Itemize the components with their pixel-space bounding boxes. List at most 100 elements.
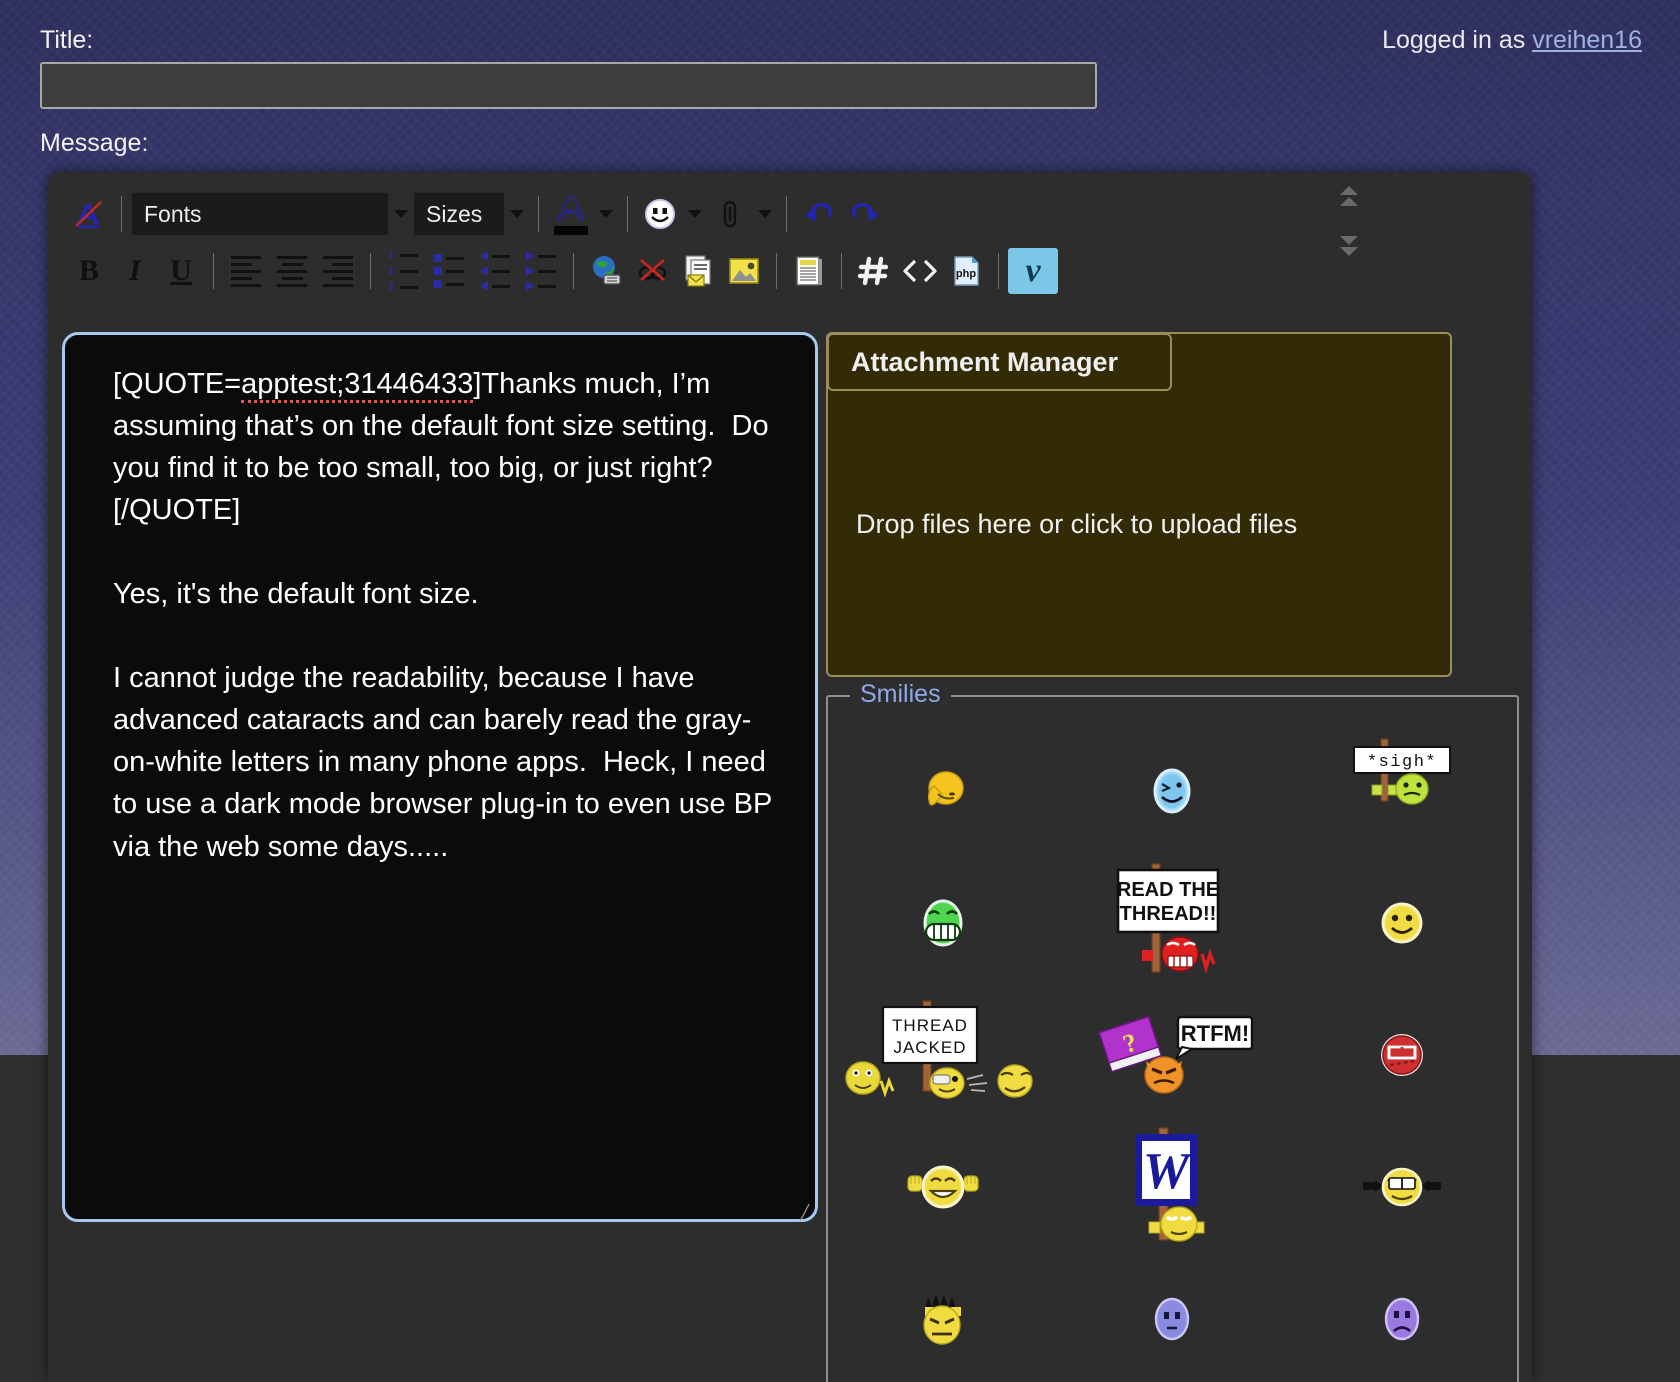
smilies-panel: Smilies *sigh* READ THE THREAD!! THREAD … (826, 680, 1519, 1382)
align-right-button[interactable] (315, 248, 361, 294)
paperclip-chevron-down-icon[interactable] (753, 192, 777, 236)
spellcheck-underline: apptest;31446433 (241, 368, 474, 403)
attachment-manager-header: Attachment Manager (827, 333, 1172, 391)
title-input[interactable] (40, 62, 1097, 109)
remove-link-button[interactable] (629, 248, 675, 294)
message-label: Message: (40, 129, 149, 157)
smilie-read-the-thread[interactable]: READ THE THREAD!! (1058, 857, 1288, 989)
message-textarea[interactable]: [QUOTE=apptest;31446433]Thanks much, I’m… (62, 332, 818, 1222)
outdent-icon (480, 251, 510, 291)
toolbar-separator (213, 253, 214, 289)
chevron-up-icon[interactable] (1340, 186, 1358, 206)
smilie-red-angry[interactable] (1287, 989, 1517, 1121)
svg-text:RTFM!: RTFM! (1181, 1021, 1249, 1046)
insert-image-button[interactable] (721, 248, 767, 294)
smilie-clapping[interactable] (828, 1121, 1058, 1253)
toolbar-separator (841, 253, 842, 289)
svg-text:READ THE: READ THE (1117, 879, 1219, 901)
chevron-down-icon[interactable] (1340, 236, 1358, 256)
outdent-button[interactable] (472, 248, 518, 294)
smilie-cool-blue[interactable] (1058, 725, 1288, 857)
insert-hash-button[interactable] (851, 248, 897, 294)
title-label: Title: (40, 26, 94, 54)
align-center-icon (277, 255, 307, 287)
toolbar-row-2: B I U 1 2 3 php v (66, 246, 1058, 296)
italic-label: I (129, 254, 141, 287)
toolbar-separator (121, 196, 122, 232)
smilie-rtfm[interactable]: ? RTFM! (1058, 989, 1288, 1121)
attachment-drop-zone[interactable]: Drop files here or click to upload files (828, 509, 1450, 540)
toolbar-separator (573, 253, 574, 289)
smilie-mad-hair[interactable] (828, 1253, 1058, 1382)
align-left-icon (231, 255, 261, 287)
insert-php-button[interactable]: php (943, 248, 989, 294)
indent-icon (526, 251, 556, 291)
smilie-blue-neutral[interactable] (1058, 1253, 1288, 1382)
align-left-button[interactable] (223, 248, 269, 294)
ordered-list-icon: 1 2 3 (388, 250, 418, 293)
username-link[interactable]: vreihen16 (1532, 26, 1642, 54)
paperclip-icon[interactable] (707, 191, 753, 237)
msg-line-1: [QUOTE=apptest;31446433]Thanks much, I’m… (113, 368, 772, 863)
italic-button[interactable]: I (112, 248, 158, 294)
toolbar-collapse-toggle[interactable] (1334, 186, 1364, 256)
toolbar-separator (786, 196, 787, 232)
insert-email-button[interactable] (675, 248, 721, 294)
smilie-cheering[interactable] (1287, 1121, 1517, 1253)
underline-label: U (170, 254, 192, 287)
insert-quote-button[interactable] (786, 248, 832, 294)
svg-text:W: W (1143, 1143, 1193, 1200)
insert-link-button[interactable] (583, 248, 629, 294)
font-size-chevron-down-icon[interactable] (505, 192, 529, 236)
font-family-value: Fonts (144, 200, 202, 227)
font-color-chevron-down-icon[interactable] (594, 192, 618, 236)
redo-icon[interactable] (842, 191, 888, 237)
indent-button[interactable] (518, 248, 564, 294)
login-status: Logged in as vreihen16 (1382, 26, 1642, 55)
attachment-manager[interactable]: Attachment Manager Drop files here or cl… (826, 332, 1452, 677)
font-size-select[interactable]: Sizes (413, 192, 505, 236)
align-right-icon (323, 255, 353, 287)
svg-text:php: php (956, 268, 976, 280)
svg-text:THREAD: THREAD (892, 1016, 968, 1035)
smilie-thread-jacked[interactable]: THREAD JACKED (828, 989, 1058, 1121)
svg-text:*sigh*: *sigh* (1367, 753, 1437, 772)
bold-button[interactable]: B (66, 248, 112, 294)
remove-formatting-icon[interactable] (66, 191, 112, 237)
smilie-green-grin[interactable] (828, 857, 1058, 989)
smilie-icon[interactable] (637, 191, 683, 237)
smilie-happy-yellow[interactable] (1287, 857, 1517, 989)
ordered-list-button[interactable]: 1 2 3 (380, 248, 426, 294)
smilie-facepalm[interactable] (828, 725, 1058, 857)
svg-text:JACKED: JACKED (894, 1038, 967, 1057)
svg-text:THREAD!!: THREAD!! (1120, 903, 1217, 925)
page-header: Title: Logged in as vreihen16 (0, 0, 1680, 58)
unordered-list-icon (434, 254, 464, 288)
font-family-chevron-down-icon[interactable] (389, 192, 413, 236)
toolbar-row-1: Fonts Sizes (66, 186, 888, 242)
insert-video-button[interactable]: v (1008, 248, 1058, 294)
toolbar-separator (998, 253, 999, 289)
toolbar-separator (370, 253, 371, 289)
font-color-icon[interactable] (548, 191, 594, 237)
underline-button[interactable]: U (158, 248, 204, 294)
login-status-prefix: Logged in as (1382, 26, 1533, 54)
toolbar-separator (776, 253, 777, 289)
smilie-sigh-sign[interactable]: *sigh* (1287, 725, 1517, 857)
vimeo-icon: v (1025, 252, 1041, 289)
font-size-value: Sizes (426, 200, 483, 227)
smilie-w-sign[interactable]: W (1058, 1121, 1288, 1253)
bold-label: B (78, 254, 99, 287)
attachment-manager-title: Attachment Manager (851, 346, 1119, 377)
message-editor: Fonts Sizes B I U 1 2 3 php v [QUOTE=app… (48, 172, 1532, 1382)
smilie-chevron-down-icon[interactable] (683, 192, 707, 236)
unordered-list-button[interactable] (426, 248, 472, 294)
smilie-purple-frown[interactable] (1287, 1253, 1517, 1382)
undo-icon[interactable] (796, 191, 842, 237)
align-center-button[interactable] (269, 248, 315, 294)
font-family-select[interactable]: Fonts (131, 192, 389, 236)
toolbar-separator (627, 196, 628, 232)
smilies-grid: *sigh* READ THE THREAD!! THREAD JACKED ?… (828, 725, 1517, 1382)
smilies-legend: Smilies (850, 680, 951, 709)
insert-html-button[interactable] (897, 248, 943, 294)
